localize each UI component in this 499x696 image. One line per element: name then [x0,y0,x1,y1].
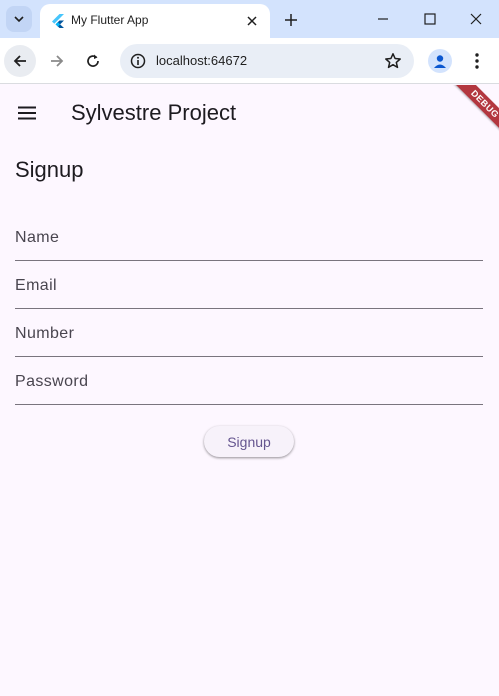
arrow-left-icon [13,55,26,67]
name-input[interactable] [15,225,483,260]
menu-icon [18,106,36,120]
reload-icon [87,54,99,67]
app-viewport: Sylvestre Project DEBUG Signup Name Emai… [0,85,499,696]
signup-button-label: Signup [227,433,271,450]
name-field[interactable]: Name [15,225,483,261]
number-field[interactable]: Number [15,321,483,357]
password-field[interactable]: Password [15,369,483,405]
info-icon [130,53,146,69]
flutter-icon [52,14,64,28]
signup-button[interactable]: Signup [204,426,294,457]
minimize-button[interactable] [363,4,403,34]
drawer-menu-button[interactable] [11,99,43,127]
tab-title: My Flutter App [71,13,149,27]
chevron-down-icon [14,16,24,23]
maximize-button[interactable] [410,4,450,34]
more-vert-icon [475,53,479,69]
bookmark-button[interactable] [382,50,404,72]
browser-toolbar: localhost:64672 [0,38,499,84]
forward-button[interactable] [41,45,73,77]
url-text: localhost:64672 [156,53,248,68]
site-info-button[interactable] [126,49,150,73]
app-title: Sylvestre Project [71,100,237,125]
plus-icon [285,14,297,26]
close-icon [247,16,257,26]
browser-tabstrip: My Flutter App [0,0,499,38]
email-input[interactable] [15,273,483,308]
page-title: Signup [15,157,84,182]
back-button[interactable] [4,45,36,77]
browser-tab[interactable]: My Flutter App [40,4,270,38]
star-icon [385,53,401,69]
email-field[interactable]: Email [15,273,483,309]
app-bar: Sylvestre Project [0,85,499,141]
close-tab-button[interactable] [242,11,262,31]
reload-button[interactable] [77,45,109,77]
new-tab-button[interactable] [279,8,303,32]
arrow-right-icon [51,55,64,67]
tab-search-button[interactable] [6,6,32,32]
address-bar[interactable]: localhost:64672 [120,44,414,78]
profile-button[interactable] [428,49,452,73]
password-input[interactable] [15,369,483,404]
person-icon [434,55,446,68]
close-icon [470,13,482,25]
close-window-button[interactable] [456,4,496,34]
maximize-icon [424,13,436,25]
minimize-icon [378,18,388,20]
browser-menu-button[interactable] [465,49,489,73]
number-input[interactable] [15,321,483,356]
